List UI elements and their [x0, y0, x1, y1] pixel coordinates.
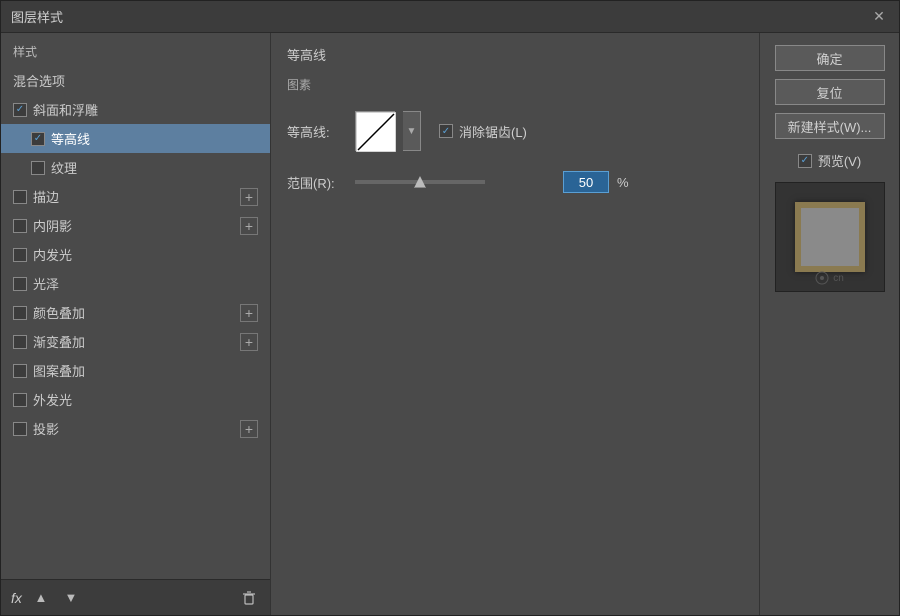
range-value-input[interactable]: 50 — [563, 171, 609, 193]
new-style-button[interactable]: 新建样式(W)... — [775, 113, 885, 139]
move-down-button[interactable]: ▼ — [60, 587, 82, 609]
sidebar-item-pattern-overlay[interactable]: 图案叠加 — [1, 356, 270, 385]
stroke-checkbox[interactable] — [13, 190, 27, 204]
section-title: 等高线 — [287, 45, 743, 64]
sidebar-item-stroke[interactable]: 描边 + — [1, 182, 270, 211]
move-up-button[interactable]: ▲ — [30, 587, 52, 609]
left-panel: 样式 混合选项 斜面和浮雕 等高线 纹理 — [1, 33, 271, 615]
range-row: 范围(R): 50 % — [287, 171, 743, 193]
dialog-body: 样式 混合选项 斜面和浮雕 等高线 纹理 — [1, 33, 899, 615]
sidebar-item-inner-glow[interactable]: 内发光 — [1, 240, 270, 269]
blend-options-item[interactable]: 混合选项 — [1, 66, 270, 95]
sidebar-item-texture[interactable]: 纹理 — [1, 153, 270, 182]
stroke-add-button[interactable]: + — [240, 188, 258, 206]
fx-label: fx — [11, 590, 22, 606]
sidebar-item-color-overlay[interactable]: 颜色叠加 + — [1, 298, 270, 327]
range-slider[interactable] — [355, 180, 485, 184]
gradient-overlay-label: 渐变叠加 — [33, 332, 85, 351]
sidebar-item-satin[interactable]: 光泽 — [1, 269, 270, 298]
sidebar-item-gradient-overlay[interactable]: 渐变叠加 + — [1, 327, 270, 356]
bevel-label: 斜面和浮雕 — [33, 100, 98, 119]
color-overlay-label: 颜色叠加 — [33, 303, 85, 322]
inner-shadow-add-button[interactable]: + — [240, 217, 258, 235]
preview-checkbox[interactable] — [798, 154, 812, 168]
gradient-overlay-add-button[interactable]: + — [240, 333, 258, 351]
watermark: cn — [776, 271, 884, 285]
preview-row[interactable]: 预览(V) — [798, 151, 861, 170]
satin-checkbox[interactable] — [13, 277, 27, 291]
inner-shadow-checkbox[interactable] — [13, 219, 27, 233]
preview-thumbnail: cn — [775, 182, 885, 292]
gradient-overlay-checkbox[interactable] — [13, 335, 27, 349]
outer-glow-label: 外发光 — [33, 390, 72, 409]
sub-section-title: 图素 — [287, 76, 743, 93]
drop-shadow-add-button[interactable]: + — [240, 420, 258, 438]
texture-checkbox[interactable] — [31, 161, 45, 175]
delete-button[interactable] — [238, 587, 260, 609]
texture-label: 纹理 — [51, 158, 77, 177]
close-button[interactable]: ✕ — [869, 7, 889, 27]
drop-shadow-checkbox[interactable] — [13, 422, 27, 436]
contour-checkbox[interactable] — [31, 132, 45, 146]
sidebar-item-contour[interactable]: 等高线 — [1, 124, 270, 153]
bevel-checkbox[interactable] — [13, 103, 27, 117]
color-overlay-checkbox[interactable] — [13, 306, 27, 320]
ok-button[interactable]: 确定 — [775, 45, 885, 71]
anti-alias-checkbox[interactable] — [439, 124, 453, 138]
sidebar-item-bevel[interactable]: 斜面和浮雕 — [1, 95, 270, 124]
contour-row: 等高线: ▼ 消除锯齿(L) — [287, 111, 743, 151]
inner-glow-checkbox[interactable] — [13, 248, 27, 262]
contour-label: 等高线 — [51, 129, 90, 148]
sidebar-item-inner-shadow[interactable]: 内阴影 + — [1, 211, 270, 240]
effects-list: 斜面和浮雕 等高线 纹理 描边 + — [1, 95, 270, 579]
reset-button[interactable]: 复位 — [775, 79, 885, 105]
sidebar-item-outer-glow[interactable]: 外发光 — [1, 385, 270, 414]
title-bar: 图层样式 ✕ — [1, 1, 899, 33]
pattern-overlay-label: 图案叠加 — [33, 361, 85, 380]
style-label: 样式 — [13, 43, 258, 60]
drop-shadow-label: 投影 — [33, 419, 59, 438]
outer-glow-checkbox[interactable] — [13, 393, 27, 407]
style-header: 样式 — [1, 33, 270, 66]
inner-shadow-label: 内阴影 — [33, 216, 72, 235]
anti-alias-label: 消除锯齿(L) — [459, 122, 527, 141]
stroke-label: 描边 — [33, 187, 59, 206]
pattern-overlay-checkbox[interactable] — [13, 364, 27, 378]
satin-label: 光泽 — [33, 274, 59, 293]
blend-label: 混合选项 — [13, 71, 65, 90]
range-slider-container — [355, 180, 555, 184]
layer-style-dialog: 图层样式 ✕ 样式 混合选项 斜面和浮雕 等高线 — [0, 0, 900, 616]
contour-form-label: 等高线: — [287, 122, 347, 141]
preview-label: 预览(V) — [818, 151, 861, 170]
center-panel: 等高线 图素 等高线: ▼ 消除锯齿(L) — [271, 33, 759, 615]
dialog-title: 图层样式 — [11, 7, 63, 26]
contour-curve-preview[interactable] — [355, 111, 395, 151]
range-label: 范围(R): — [287, 173, 347, 192]
sidebar-item-drop-shadow[interactable]: 投影 + — [1, 414, 270, 443]
anti-alias-row[interactable]: 消除锯齿(L) — [439, 122, 527, 141]
right-panel: 确定 复位 新建样式(W)... 预览(V) cn — [759, 33, 899, 615]
thumbnail-layer-preview — [795, 202, 865, 272]
inner-glow-label: 内发光 — [33, 245, 72, 264]
left-bottom-toolbar: fx ▲ ▼ — [1, 579, 270, 615]
percent-label: % — [617, 175, 629, 190]
contour-dropdown-button[interactable]: ▼ — [403, 111, 421, 151]
color-overlay-add-button[interactable]: + — [240, 304, 258, 322]
